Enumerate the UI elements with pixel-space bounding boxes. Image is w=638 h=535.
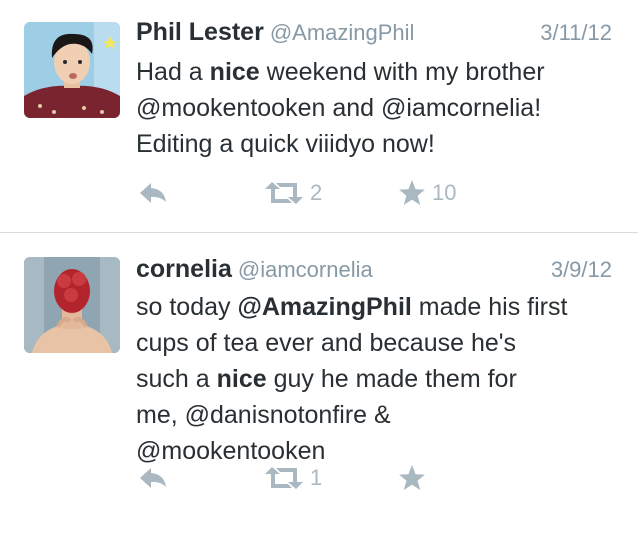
text-segment-bold: nice <box>209 58 260 86</box>
retweet-count: 1 <box>310 465 323 490</box>
retweet-button[interactable]: 1 <box>264 463 322 493</box>
text-segment: Had a <box>136 58 210 86</box>
timestamp[interactable]: 3/11/12 <box>540 20 612 46</box>
reply-button[interactable] <box>138 178 168 208</box>
text-segment: made his first <box>411 293 568 321</box>
username[interactable]: @AmazingPhil <box>270 20 415 45</box>
tweet-text-line: so today @AmazingPhil made his first <box>136 289 626 325</box>
username[interactable]: @iamcornelia <box>238 257 373 282</box>
tweet-text: so today @AmazingPhil made his first cup… <box>136 289 626 469</box>
reply-icon <box>140 468 166 488</box>
tweet-text-line: cups of tea ever and because he's <box>136 329 517 357</box>
text-segment: so today <box>136 293 238 321</box>
display-name[interactable]: cornelia <box>136 255 232 283</box>
favorite-count: 10 <box>432 180 457 205</box>
favorite-icon <box>399 465 425 490</box>
tweet-actions: 2 10 <box>136 178 496 208</box>
tweet-text-line: Had a nice weekend with my brother <box>136 54 626 90</box>
retweet-count: 2 <box>310 180 323 205</box>
text-segment: such a <box>136 365 217 393</box>
tweet-text-line: such a nice guy he made them for <box>136 361 626 397</box>
text-segment: guy he made them for <box>266 365 517 393</box>
tweet-actions: 1 <box>136 463 496 493</box>
tweet[interactable]: Phil Lester @AmazingPhil 3/11/12 Had a ni… <box>0 0 638 233</box>
avatar[interactable] <box>24 257 120 353</box>
retweet-icon <box>265 467 303 489</box>
retweet-icon <box>265 182 303 204</box>
favorite-button[interactable]: 10 <box>398 178 456 208</box>
tweet-text: Had a nice weekend with my brother @mook… <box>136 54 626 162</box>
text-segment-bold: nice <box>216 365 267 393</box>
favorite-icon <box>399 180 425 205</box>
tweet-header: Phil Lester @AmazingPhil 3/11/12 <box>136 18 612 48</box>
display-name[interactable]: Phil Lester <box>136 18 264 46</box>
reply-button[interactable] <box>138 463 168 493</box>
tweet[interactable]: cornelia @iamcornelia 3/9/12 so today @Am… <box>0 233 638 535</box>
tweet-text-line: Editing a quick viiidyo now! <box>136 130 435 158</box>
favorite-button[interactable] <box>398 463 432 493</box>
avatar[interactable] <box>24 22 120 118</box>
timestamp[interactable]: 3/9/12 <box>551 257 612 283</box>
mention-link[interactable]: @AmazingPhil <box>237 293 411 321</box>
tweet-text-line[interactable]: @mookentooken and @iamcornelia! <box>136 90 626 126</box>
text-segment: weekend with my brother <box>259 58 545 86</box>
tweet-header: cornelia @iamcornelia 3/9/12 <box>136 255 612 285</box>
retweet-button[interactable]: 2 <box>264 178 322 208</box>
tweet-text-line[interactable]: me, @danisnotonfire & <box>136 397 626 433</box>
reply-icon <box>140 183 166 203</box>
